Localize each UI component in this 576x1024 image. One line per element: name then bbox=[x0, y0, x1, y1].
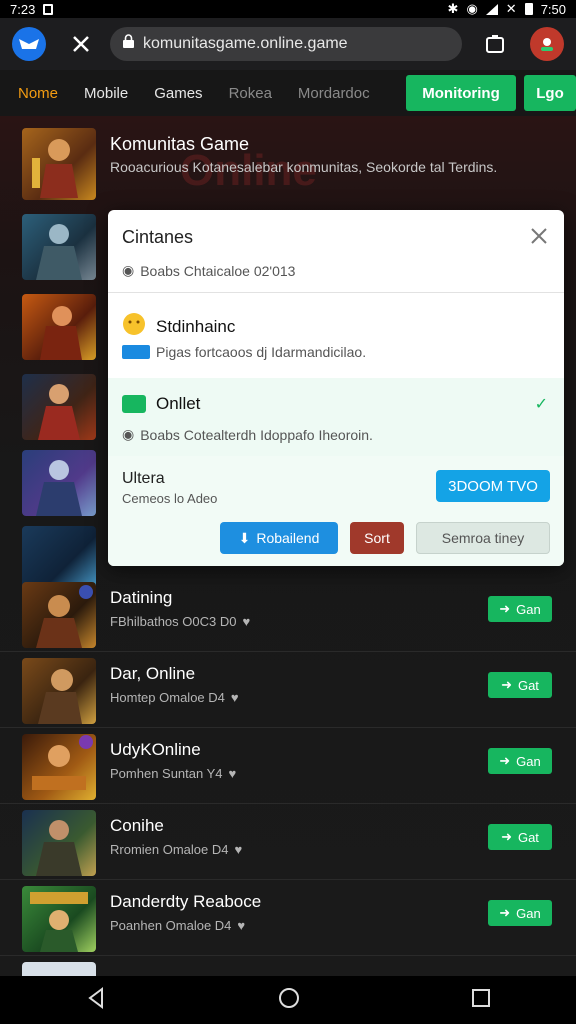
status-time: 7:23 bbox=[10, 1, 36, 17]
filter-desc: Cemeos lo Adeo bbox=[122, 491, 218, 506]
game-row[interactable]: Conihe Rromien Omaloe D4 ♥ ➜ Gat bbox=[0, 804, 576, 880]
url-bar[interactable]: komunitasgame.online.game bbox=[110, 27, 462, 61]
login-button[interactable]: Lgo bbox=[524, 75, 576, 111]
nav-tab-home[interactable]: Nome bbox=[18, 85, 58, 102]
url-text: komunitasgame.online.game bbox=[143, 35, 348, 52]
status-bar: 7:23 ✱ ◉ ✕ 7:50 bbox=[0, 0, 576, 18]
tag-icon bbox=[122, 345, 150, 359]
game-thumbnail bbox=[22, 810, 96, 876]
tabs-icon[interactable] bbox=[484, 33, 506, 55]
game-thumbnail[interactable] bbox=[22, 374, 96, 440]
smile-icon bbox=[122, 312, 146, 341]
nfc-icon: ✕ bbox=[505, 1, 517, 16]
hero-title: Komunitas Game bbox=[110, 134, 250, 154]
profile-avatar[interactable] bbox=[530, 27, 564, 61]
heart-icon: ♥ bbox=[234, 842, 243, 857]
check-icon: ✓ bbox=[534, 396, 548, 413]
get-button[interactable]: ➜ Gat bbox=[488, 672, 552, 698]
game-meta: FBhilbathos O0C3 D0 ♥ bbox=[110, 614, 251, 629]
game-row[interactable]: Danderdty Reaboce Poanhen Omaloe D4 ♥ ➜ Ga… bbox=[0, 880, 576, 956]
wifi-icon: ◉ bbox=[466, 1, 478, 16]
close-icon[interactable] bbox=[530, 227, 548, 245]
game-meta: Rromien Omaloe D4 ♥ bbox=[110, 842, 243, 857]
section-title[interactable]: Stdinhainc bbox=[122, 312, 235, 341]
download-icon: ⬇ bbox=[238, 529, 251, 546]
filter-title: Ultera bbox=[122, 470, 165, 487]
nav-tab-mobile[interactable]: Mobile bbox=[84, 85, 128, 102]
dialog-title: Cintanes bbox=[122, 227, 194, 247]
game-title: Danderdty Reaboce bbox=[110, 892, 262, 911]
online-option[interactable] bbox=[108, 378, 564, 456]
nav-tab-mordardoc[interactable]: Mordardoc bbox=[298, 85, 370, 102]
close-tab-icon[interactable] bbox=[66, 29, 96, 59]
back-icon[interactable] bbox=[85, 986, 107, 1014]
download-button[interactable]: ⬇ Robailend bbox=[220, 522, 338, 554]
signal-icon bbox=[485, 3, 498, 15]
game-thumbnail[interactable] bbox=[22, 294, 96, 360]
game-meta: Homtep Omaloe D4 ♥ bbox=[110, 690, 239, 705]
arrow-icon: ➜ bbox=[499, 905, 511, 920]
arrow-icon: ➜ bbox=[501, 677, 512, 692]
hero-subtitle: Rooacurious Kotanesalebar konmunitas, Se… bbox=[110, 159, 498, 175]
game-meta: Poanhen Omaloe D4 ♥ bbox=[110, 918, 246, 933]
get-button[interactable]: ➜ Gat bbox=[488, 824, 552, 850]
game-title: Dar, Online bbox=[110, 664, 196, 683]
game-thumbnail bbox=[22, 128, 96, 200]
arrow-icon: ➜ bbox=[499, 601, 511, 616]
status-time-right: 7:50 bbox=[540, 1, 566, 17]
game-row[interactable]: Dar, Online Homtep Omaloe D4 ♥ ➜ Gat bbox=[0, 652, 576, 728]
info-icon: ◉ bbox=[122, 262, 135, 278]
game-thumbnail[interactable] bbox=[22, 962, 96, 976]
secondary-button[interactable]: Semroa tiney bbox=[416, 522, 550, 554]
notification-icon bbox=[43, 3, 54, 15]
game-thumbnail bbox=[22, 582, 96, 648]
section-desc: Pigas fortcaoos dj Idarmandicilao. bbox=[122, 344, 366, 360]
game-title: UdyKOnline bbox=[110, 740, 201, 759]
game-row[interactable]: Datining FBhilbathos O0C3 D0 ♥ ➜ Gan bbox=[0, 576, 576, 652]
nav-tab-games[interactable]: Games bbox=[154, 85, 202, 102]
lock-icon bbox=[122, 34, 135, 54]
nav-tab-rokea[interactable]: Rokea bbox=[229, 85, 272, 102]
recents-icon[interactable] bbox=[471, 988, 491, 1013]
top-nav: Nome Mobile Games Rokea Mordardoc Monito… bbox=[0, 70, 576, 116]
app-logo-icon[interactable] bbox=[12, 27, 46, 61]
bluetooth-icon: ✱ bbox=[447, 1, 459, 16]
arrow-icon: ➜ bbox=[501, 829, 512, 844]
system-navigation bbox=[0, 976, 576, 1024]
get-button[interactable]: ➜ Gan bbox=[488, 748, 552, 774]
game-thumbnail[interactable] bbox=[22, 450, 96, 516]
filter-dialog: Cintanes ◉ Boabs Chtaicaloe 02'013 Stdin… bbox=[108, 210, 564, 566]
game-title: Conihe bbox=[110, 816, 164, 835]
monitoring-button[interactable]: Monitoring bbox=[406, 75, 516, 111]
game-thumbnail bbox=[22, 734, 96, 800]
battery-icon bbox=[524, 3, 533, 15]
online-title[interactable]: Onllet bbox=[122, 394, 200, 414]
get-button[interactable]: ➜ Gan bbox=[488, 596, 552, 622]
game-row[interactable]: UdyKOnline Pomhen Suntan Y4 ♥ ➜ Gan bbox=[0, 728, 576, 804]
heart-icon: ♥ bbox=[242, 614, 251, 629]
game-title: Datining bbox=[110, 588, 173, 607]
online-desc: ◉ Boabs Cotealterdh Idoppafo Iheoroin. bbox=[122, 426, 373, 443]
price-button[interactable]: 3DOOM TVO bbox=[436, 470, 550, 502]
info-icon: ◉ bbox=[122, 426, 135, 442]
home-icon[interactable] bbox=[278, 987, 300, 1014]
featured-row[interactable]: Online Komunitas Game Rooacurious Kotane… bbox=[0, 116, 576, 208]
get-button[interactable]: ➜ Gan bbox=[488, 900, 552, 926]
game-meta: Pomhen Suntan Y4 ♥ bbox=[110, 766, 237, 781]
game-thumbnail[interactable] bbox=[22, 214, 96, 280]
online-badge-icon bbox=[122, 395, 146, 413]
heart-icon: ♥ bbox=[228, 766, 237, 781]
game-thumbnail bbox=[22, 886, 96, 952]
browser-toolbar: komunitasgame.online.game bbox=[0, 18, 576, 70]
game-thumbnail bbox=[22, 658, 96, 724]
dialog-meta: ◉ Boabs Chtaicaloe 02'013 bbox=[122, 262, 296, 279]
arrow-icon: ➜ bbox=[499, 753, 511, 768]
sort-button[interactable]: Sort bbox=[350, 522, 404, 554]
heart-icon: ♥ bbox=[237, 918, 246, 933]
heart-icon: ♥ bbox=[230, 690, 239, 705]
